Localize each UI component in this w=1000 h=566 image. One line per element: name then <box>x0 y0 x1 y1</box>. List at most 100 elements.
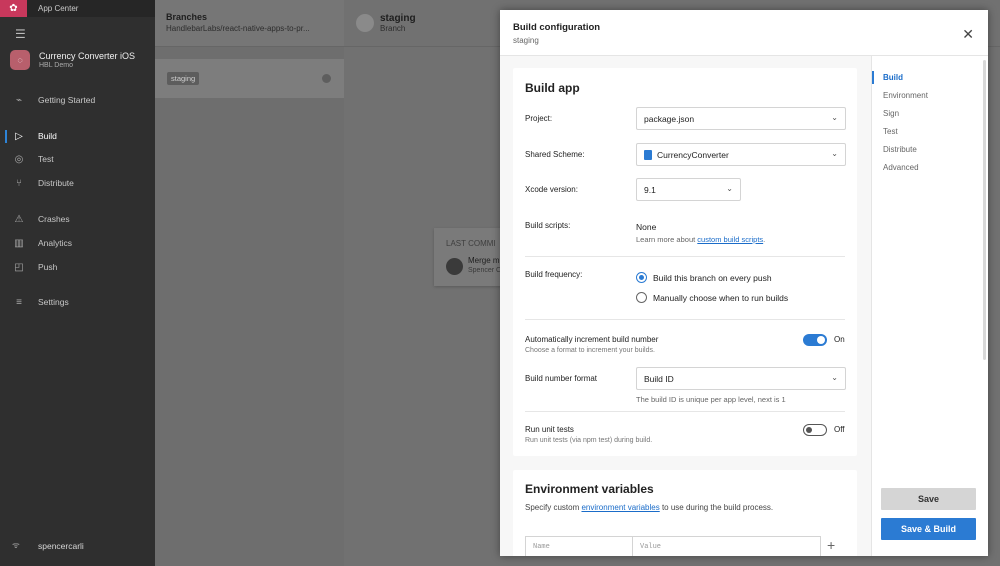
auto-increment-label: Automatically increment build number <box>525 335 659 344</box>
nav-label: Crashes <box>38 214 70 224</box>
xcode-value: 9.1 <box>644 184 656 195</box>
nav-item-settings[interactable]: ≡ Settings <box>12 294 152 310</box>
scheme-value: CurrencyConverter <box>657 149 729 160</box>
commit-author: Spencer C <box>468 267 502 274</box>
build-app-heading: Build app <box>525 81 580 95</box>
desc-text: to use during the build process. <box>659 503 774 512</box>
scripts-value: None <box>636 222 657 232</box>
nav-label: Settings <box>38 297 69 307</box>
commit-message: Merge m <box>468 256 500 265</box>
last-commit-label: LAST COMMI <box>446 239 496 248</box>
toc-item-build[interactable]: Build <box>883 73 903 82</box>
unit-tests-toggle[interactable] <box>803 424 827 436</box>
nav-item-push[interactable]: ◰ Push <box>12 259 152 275</box>
chevron-down-icon: ⌄ <box>831 113 838 122</box>
env-value-input[interactable]: Value <box>633 537 668 556</box>
toc-active-indicator <box>872 71 874 84</box>
project-icon: ◌ <box>10 50 30 70</box>
custom-build-scripts-link[interactable]: custom build scripts <box>697 235 763 244</box>
nav-label: Build <box>38 131 57 141</box>
radio-label: Build this branch on every push <box>653 272 772 283</box>
build-configuration-panel: Build configuration staging ✕ Build app … <box>500 10 988 556</box>
user-name: spencercarli <box>38 540 84 551</box>
user-avatar-icon: ᯤ <box>12 540 20 550</box>
panel-title: Build configuration <box>513 22 601 33</box>
play-triangle-icon: ▷ <box>15 130 23 142</box>
toc-item-distribute[interactable]: Distribute <box>883 145 917 154</box>
sliders-icon: ≡ <box>16 296 22 308</box>
number-format-value: Build ID <box>644 373 674 384</box>
project-value: package.json <box>644 113 695 124</box>
env-name-input[interactable]: Name <box>526 537 633 556</box>
left-nav: ✿ App Center ☰ ◌ Currency Converter iOS … <box>0 0 155 566</box>
project-org: HBL Demo <box>39 62 73 69</box>
divider <box>525 319 845 320</box>
project-title: Currency Converter iOS <box>39 51 136 61</box>
save-and-build-button[interactable]: Save & Build <box>881 518 976 540</box>
distribute-icon: ⑂ <box>16 177 22 189</box>
xcode-select[interactable]: 9.1 ⌄ <box>636 178 741 201</box>
panel-subtitle: staging <box>513 36 539 45</box>
radio-label: Manually choose when to run builds <box>653 292 789 303</box>
branches-header: Branches HandlebarLabs/react-native-apps… <box>155 0 344 47</box>
save-button[interactable]: Save <box>881 488 976 510</box>
panel-header: Build configuration staging <box>500 10 988 56</box>
nav-item-distribute[interactable]: ⑂ Distribute <box>12 175 152 191</box>
env-variable-row: Name Value <box>525 536 821 556</box>
nav-label: Analytics <box>38 238 73 248</box>
branch-sub: Branch <box>380 24 406 33</box>
toc-item-advanced[interactable]: Advanced <box>883 163 919 172</box>
nav-item-getting-started[interactable]: ⌁ Getting Started <box>12 92 152 108</box>
nav-label: Test <box>38 154 54 164</box>
nav-item-crashes[interactable]: ⚠ Crashes <box>12 211 152 227</box>
branch-status-dot <box>322 74 331 83</box>
unit-tests-state: Off <box>834 425 845 434</box>
user-account[interactable]: ᯤ spencercarli <box>12 540 84 551</box>
environment-heading: Environment variables <box>525 482 654 496</box>
branches-column: Branches HandlebarLabs/react-native-apps… <box>155 0 344 566</box>
scheme-select[interactable]: CurrencyConverter ⌄ <box>636 143 846 166</box>
repo-name: HandlebarLabs/react-native-apps-to-pr... <box>166 24 310 33</box>
chevron-down-icon: ⌄ <box>726 184 733 193</box>
project-switcher[interactable]: ◌ Currency Converter iOS HBL Demo <box>10 50 135 70</box>
divider <box>525 256 845 257</box>
nav-item-build[interactable]: ▷ Build <box>12 128 152 144</box>
nav-item-analytics[interactable]: ▥ Analytics <box>12 235 152 251</box>
scheme-label: Shared Scheme: <box>525 150 585 159</box>
frequency-radio-every-push[interactable]: Build this branch on every push <box>636 272 772 283</box>
build-app-card: Build app Project: package.json ⌄ Shared… <box>513 68 857 456</box>
environment-variables-link[interactable]: environment variables <box>581 503 659 512</box>
branch-row[interactable]: staging <box>155 59 344 98</box>
project-select[interactable]: package.json ⌄ <box>636 107 846 130</box>
chevron-down-icon: ⌄ <box>831 373 838 382</box>
frequency-radio-manual[interactable]: Manually choose when to run builds <box>636 292 788 303</box>
nav-label: Getting Started <box>38 95 96 105</box>
nav-label: Push <box>38 262 58 272</box>
auto-increment-sub: Choose a format to increment your builds… <box>525 347 655 354</box>
environment-card: Environment variables Specify custom env… <box>513 470 857 556</box>
chevron-down-icon: ⌄ <box>831 149 838 158</box>
bar-chart-icon: ▥ <box>14 237 24 249</box>
app-name: App Center <box>38 4 79 13</box>
app-center-logo[interactable]: ✿ <box>0 0 27 17</box>
auto-increment-toggle[interactable] <box>803 334 827 346</box>
number-format-label: Build number format <box>525 374 598 383</box>
close-icon[interactable]: ✕ <box>962 26 974 43</box>
scripts-hint: Learn more about custom build scripts. <box>636 235 765 244</box>
environment-desc: Specify custom environment variables to … <box>525 503 773 512</box>
hamburger-menu-icon[interactable]: ☰ <box>15 27 26 41</box>
number-format-select[interactable]: Build ID ⌄ <box>636 367 846 390</box>
toc-item-sign[interactable]: Sign <box>883 109 899 118</box>
toc-item-test[interactable]: Test <box>883 127 898 136</box>
nav-item-test[interactable]: ◎ Test <box>12 151 152 167</box>
branch-chip: staging <box>167 72 200 85</box>
check-circle-icon: ◎ <box>14 153 24 165</box>
scrollbar[interactable] <box>983 60 986 360</box>
push-icon: ◰ <box>14 261 24 273</box>
scripts-label: Build scripts: <box>525 221 571 230</box>
toc-item-environment[interactable]: Environment <box>883 91 928 100</box>
radio-selected-icon <box>636 272 647 283</box>
rocket-icon: ⌁ <box>15 94 23 106</box>
document-icon <box>644 149 652 160</box>
add-variable-plus-icon[interactable]: + <box>827 537 835 553</box>
